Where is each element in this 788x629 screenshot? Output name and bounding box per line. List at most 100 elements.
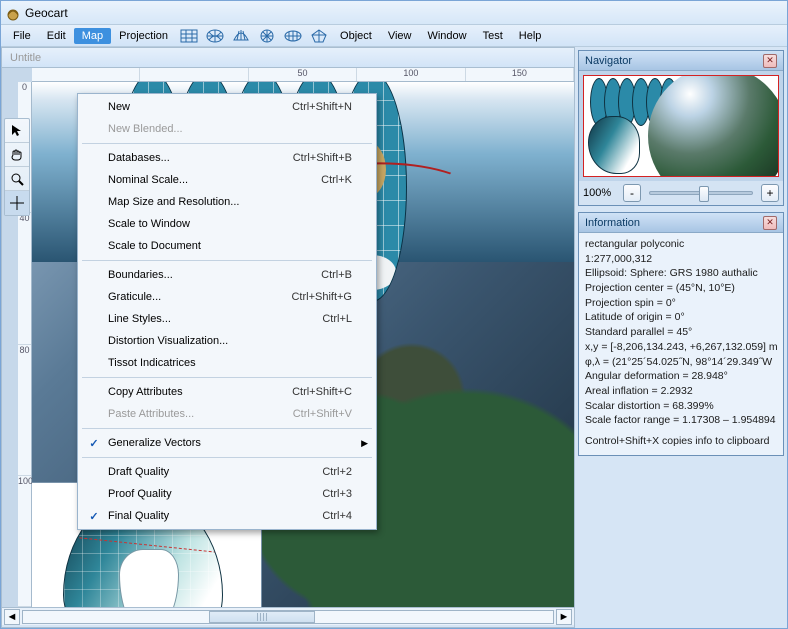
menu-item-label: Graticule... <box>108 291 291 303</box>
menu-window[interactable]: Window <box>419 28 474 44</box>
zoom-slider[interactable] <box>649 191 753 195</box>
navigator-preview[interactable] <box>583 75 779 177</box>
menu-view[interactable]: View <box>380 28 420 44</box>
info-line: Scalar distortion = 68.399% <box>585 399 777 414</box>
crosshair-tool[interactable] <box>5 191 29 215</box>
ruler-tick: 100 <box>357 68 465 81</box>
info-footer: Control+Shift+X copies info to clipboard <box>585 434 777 449</box>
info-line: φ,λ = (21°25´54.025˝N, 98°14´29.349˝W <box>585 355 777 370</box>
menu-item[interactable]: Copy AttributesCtrl+Shift+C <box>80 381 374 403</box>
menu-map[interactable]: Map <box>74 28 111 44</box>
ruler-tick: 150 <box>466 68 574 81</box>
grid-icon[interactable] <box>178 27 200 45</box>
menu-item: Paste Attributes...Ctrl+Shift+V <box>80 403 374 425</box>
zoom-out-button[interactable]: - <box>623 184 641 202</box>
tool-palette[interactable] <box>4 118 30 216</box>
scroll-thumb[interactable] <box>209 611 315 623</box>
document-title: Untitle <box>10 52 41 64</box>
pointer-tool[interactable] <box>5 119 29 143</box>
info-line: Projection center = (45°N, 10°E) <box>585 281 777 296</box>
nav-globe <box>648 75 779 177</box>
info-line: Standard parallel = 45° <box>585 325 777 340</box>
app-window: Geocart File Edit Map Projection Object … <box>0 0 788 629</box>
menu-item[interactable]: Scale to Document <box>80 235 374 257</box>
scroll-left-arrow-icon[interactable]: ◄ <box>4 609 20 625</box>
menu-projection[interactable]: Projection <box>111 28 176 44</box>
wheel-icon[interactable] <box>256 27 278 45</box>
menu-test[interactable]: Test <box>475 28 511 44</box>
menu-help[interactable]: Help <box>511 28 550 44</box>
info-line: Projection spin = 0° <box>585 296 777 311</box>
right-column: Navigator ✕ <box>575 47 787 628</box>
menu-item[interactable]: ✓Final QualityCtrl+4 <box>80 505 374 527</box>
scroll-track[interactable] <box>22 610 554 624</box>
info-line: Latitude of origin = 0° <box>585 310 777 325</box>
zoom-slider-handle[interactable] <box>699 186 709 202</box>
menu-item-label: Final Quality <box>108 510 322 522</box>
menu-separator <box>82 143 372 144</box>
check-icon: ✓ <box>86 437 102 450</box>
information-body: rectangular polyconic 1:277,000,312 Elli… <box>579 233 783 455</box>
document-titlebar: Untitle <box>2 48 574 68</box>
close-icon[interactable]: ✕ <box>763 216 777 230</box>
nav-inset <box>588 116 640 174</box>
menu-item[interactable]: Tissot Indicatrices <box>80 352 374 374</box>
menu-item[interactable]: Graticule...Ctrl+Shift+G <box>80 286 374 308</box>
menu-item[interactable]: Databases...Ctrl+Shift+B <box>80 147 374 169</box>
info-line: rectangular polyconic <box>585 237 777 252</box>
zoom-tool[interactable] <box>5 167 29 191</box>
menu-bar: File Edit Map Projection Object View Win… <box>1 25 787 47</box>
menu-item[interactable]: ✓Generalize Vectors▶ <box>80 432 374 454</box>
navigator-title-bar[interactable]: Navigator ✕ <box>579 51 783 71</box>
menu-item[interactable]: Map Size and Resolution... <box>80 191 374 213</box>
zoom-in-button[interactable]: + <box>761 184 779 202</box>
ellipse-icon[interactable] <box>282 27 304 45</box>
body: Untitle 50 100 150 0 40 80 100 <box>1 47 787 628</box>
south-america-outline <box>119 549 179 607</box>
menu-item[interactable]: Distortion Visualization... <box>80 330 374 352</box>
menu-item-label: Boundaries... <box>108 269 321 281</box>
menu-separator <box>82 377 372 378</box>
fan-icon[interactable] <box>230 27 252 45</box>
ruler-horizontal: 50 100 150 <box>32 68 574 82</box>
information-title-bar[interactable]: Information ✕ <box>579 213 783 233</box>
menu-item[interactable]: Draft QualityCtrl+2 <box>80 461 374 483</box>
menu-item-label: New <box>108 101 292 113</box>
menu-item[interactable]: Nominal Scale...Ctrl+K <box>80 169 374 191</box>
menu-item[interactable]: NewCtrl+Shift+N <box>80 96 374 118</box>
menu-item[interactable]: Line Styles...Ctrl+L <box>80 308 374 330</box>
pentagon-icon[interactable] <box>308 27 330 45</box>
ruler-tick: 40 <box>18 213 31 344</box>
oval-icon[interactable] <box>204 27 226 45</box>
menu-item-label: Scale to Window <box>108 218 352 230</box>
map-menu-dropdown[interactable]: NewCtrl+Shift+NNew Blended...Databases..… <box>77 93 377 530</box>
menu-item-shortcut: Ctrl+Shift+B <box>293 152 352 164</box>
menu-item-shortcut: Ctrl+Shift+V <box>293 408 352 420</box>
menu-item-label: Map Size and Resolution... <box>108 196 352 208</box>
info-line: Angular deformation = 28.948° <box>585 369 777 384</box>
ruler-tick <box>32 68 140 81</box>
menu-item-shortcut: Ctrl+Shift+G <box>291 291 352 303</box>
navigator-controls: 100% - + <box>579 181 783 205</box>
info-line: Ellipsoid: Sphere: GRS 1980 authalic <box>585 266 777 281</box>
menu-item[interactable]: Proof QualityCtrl+3 <box>80 483 374 505</box>
information-title: Information <box>585 217 640 229</box>
menu-item[interactable]: Boundaries...Ctrl+B <box>80 264 374 286</box>
information-panel: Information ✕ rectangular polyconic 1:27… <box>578 212 784 456</box>
menu-item-shortcut: Ctrl+Shift+C <box>292 386 352 398</box>
menu-item-label: Tissot Indicatrices <box>108 357 352 369</box>
ruler-tick: 100 <box>18 476 31 607</box>
menu-object[interactable]: Object <box>332 28 380 44</box>
ruler-tick: 50 <box>249 68 357 81</box>
menu-file[interactable]: File <box>5 28 39 44</box>
scroll-right-arrow-icon[interactable]: ► <box>556 609 572 625</box>
menu-item-shortcut: Ctrl+Shift+N <box>292 101 352 113</box>
close-icon[interactable]: ✕ <box>763 54 777 68</box>
menu-item-label: Distortion Visualization... <box>108 335 352 347</box>
info-line: 1:277,000,312 <box>585 252 777 267</box>
info-line: x,y = [-8,206,134.243, +6,267,132.059] m <box>585 340 777 355</box>
hand-tool[interactable] <box>5 143 29 167</box>
horizontal-scrollbar[interactable]: ◄ ► <box>2 607 574 625</box>
menu-item[interactable]: Scale to Window <box>80 213 374 235</box>
menu-edit[interactable]: Edit <box>39 28 74 44</box>
